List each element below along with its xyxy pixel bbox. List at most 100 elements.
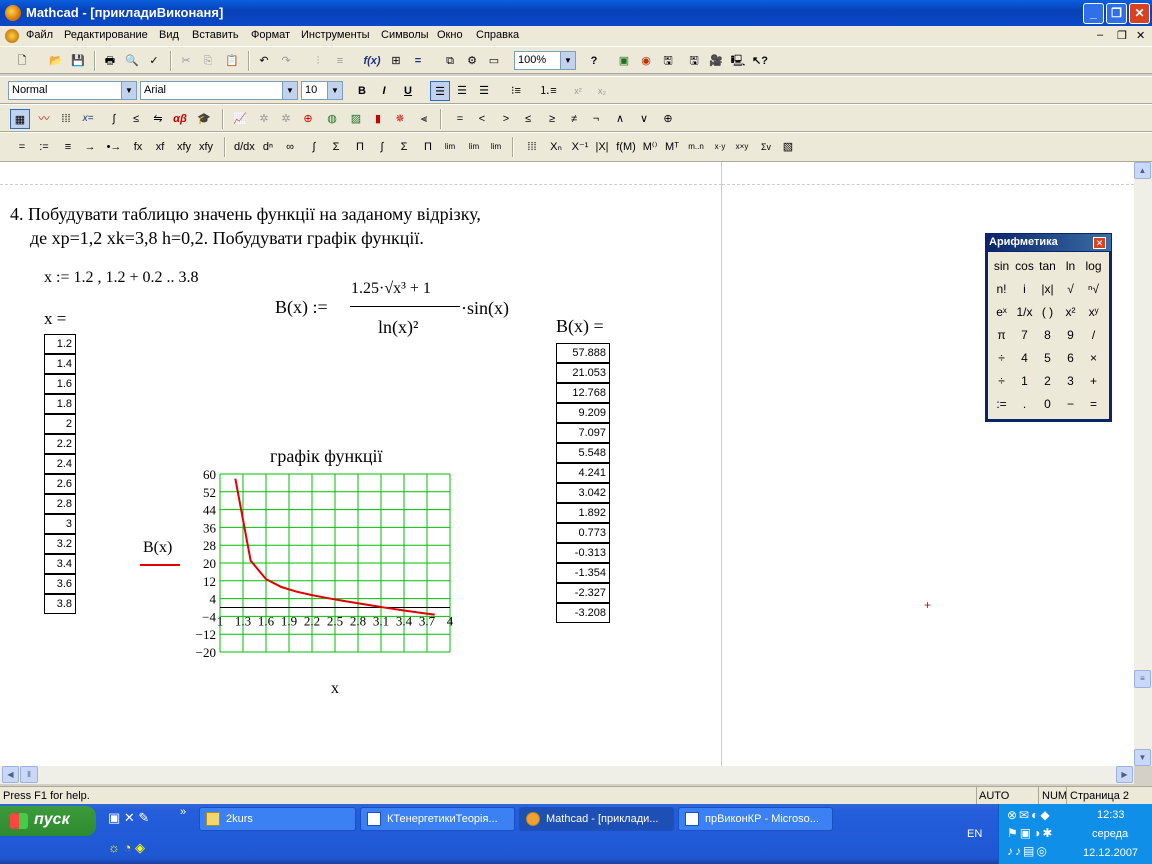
column-icon[interactable]: M⁽⁾ bbox=[640, 137, 660, 157]
palette-key[interactable]: 2 bbox=[1036, 370, 1059, 393]
contour-plot-icon[interactable]: ⊕ bbox=[298, 109, 318, 129]
underline-icon[interactable]: U bbox=[398, 81, 418, 101]
palette-key[interactable]: 6 bbox=[1059, 347, 1082, 370]
b-definition-denominator[interactable]: ln(x)² bbox=[378, 317, 418, 338]
insert-unit-icon[interactable]: ⊞ bbox=[386, 51, 406, 71]
b-value-cell[interactable]: 7.097 bbox=[556, 423, 610, 443]
evaluation-palette-icon[interactable]: x= bbox=[78, 109, 98, 129]
quicklaunch-row2-icon[interactable]: ☼ ◔ ◈ bbox=[108, 840, 145, 856]
transpose-icon[interactable]: Mᵀ bbox=[662, 137, 682, 157]
b-definition-numerator[interactable]: 1.25·√x³ + 1 bbox=[351, 280, 431, 298]
palette-key[interactable]: |x| bbox=[1036, 278, 1059, 301]
b-value-cell[interactable]: 0.773 bbox=[556, 523, 610, 543]
menu-view[interactable]: Вид bbox=[159, 29, 179, 41]
align-across-icon[interactable]: ⫶ bbox=[308, 51, 328, 71]
quicklaunch-icon[interactable]: ▣ ✕ ✎ bbox=[108, 810, 149, 826]
palette-key[interactable]: 4 bbox=[1013, 347, 1036, 370]
tutorial-icon[interactable]: 🖳 bbox=[728, 51, 748, 71]
op-prefix[interactable]: fx bbox=[128, 137, 148, 157]
save-icon[interactable]: 💾 bbox=[68, 51, 88, 71]
palette-key[interactable]: xʸ bbox=[1082, 301, 1105, 324]
palette-key[interactable]: 8 bbox=[1036, 324, 1059, 347]
palette-key[interactable]: + bbox=[1082, 370, 1105, 393]
op-postfix[interactable]: xf bbox=[150, 137, 170, 157]
b-value-cell[interactable]: -1.354 bbox=[556, 563, 610, 583]
palette-key[interactable]: log bbox=[1082, 255, 1105, 278]
surface-plot-icon[interactable]: ✲ bbox=[276, 109, 296, 129]
vector-field-icon[interactable]: ✵ bbox=[390, 109, 410, 129]
resource-icon[interactable]: 🖫 bbox=[684, 51, 704, 71]
cut-icon[interactable]: ✂ bbox=[176, 51, 196, 71]
palette-key[interactable]: := bbox=[990, 393, 1013, 416]
b-value-cell[interactable]: 5.548 bbox=[556, 443, 610, 463]
menu-insert[interactable]: Вставить bbox=[192, 29, 239, 41]
b-eval-label[interactable]: B(x) = bbox=[556, 316, 604, 337]
tray-icons-row3[interactable]: ♪♪▤◎ bbox=[1007, 844, 1049, 858]
calculator-palette-icon[interactable]: ▦ bbox=[10, 109, 30, 129]
palette-key[interactable]: 3 bbox=[1059, 370, 1082, 393]
task-text-line2[interactable]: де xp=1,2 xk=3,8 h=0,2. Побудувати графі… bbox=[30, 228, 424, 249]
b-value-cell[interactable]: 21.053 bbox=[556, 363, 610, 383]
b-value-cell[interactable]: -2.327 bbox=[556, 583, 610, 603]
matrix-icon[interactable]: ⁞⁞⁞ bbox=[522, 137, 542, 157]
document-icon[interactable] bbox=[5, 29, 19, 43]
chevron-down-icon[interactable]: ▼ bbox=[327, 82, 342, 99]
chevron-down-icon[interactable]: ▼ bbox=[560, 52, 575, 69]
sum-icon[interactable]: Σ bbox=[394, 137, 414, 157]
palette-key[interactable]: n! bbox=[990, 278, 1013, 301]
palette-key[interactable]: √ bbox=[1059, 278, 1082, 301]
x-value-cell[interactable]: 2.4 bbox=[44, 454, 76, 474]
bool-not[interactable]: ¬ bbox=[586, 109, 606, 129]
b-value-cell[interactable]: -0.313 bbox=[556, 543, 610, 563]
graph-palette-icon[interactable]: 〰 bbox=[34, 109, 54, 129]
task-2kurs[interactable]: 2kurs bbox=[199, 807, 356, 831]
redo-icon[interactable]: ↷ bbox=[276, 51, 296, 71]
definite-integral-icon[interactable]: ∫ bbox=[304, 137, 324, 157]
new-document-icon[interactable]: 🗋 bbox=[12, 51, 32, 71]
paste-icon[interactable]: 📋 bbox=[222, 51, 242, 71]
x-value-cell[interactable]: 1.2 bbox=[44, 334, 76, 354]
task-word-theory[interactable]: КТенергетикиТеорія... bbox=[360, 807, 515, 831]
b-value-cell[interactable]: 9.209 bbox=[556, 403, 610, 423]
menu-format[interactable]: Формат bbox=[251, 29, 290, 41]
palette-key[interactable]: sin bbox=[990, 255, 1013, 278]
b-definition-sin[interactable]: ·sin(x) bbox=[461, 298, 509, 319]
x-value-cell[interactable]: 3.8 bbox=[44, 594, 76, 614]
task-word-kr[interactable]: прВиконКР - Microso... bbox=[678, 807, 833, 831]
tray-icons[interactable]: ⊗✉◐◆ bbox=[1007, 808, 1052, 822]
op-infix[interactable]: xfy bbox=[174, 137, 194, 157]
context-help-icon[interactable]: ↖? bbox=[750, 51, 770, 71]
boolean-palette-icon[interactable]: ≤ bbox=[126, 109, 146, 129]
insert-function-icon[interactable]: f(x) bbox=[362, 51, 382, 71]
arithmetic-palette[interactable]: Арифметика ✕ sin cos tan ln log n! i |x| √ ⁿ√ eˣ 1/… bbox=[985, 233, 1112, 422]
palette-key[interactable]: = bbox=[1082, 393, 1105, 416]
xy-plot-icon[interactable]: 📈 bbox=[230, 109, 250, 129]
menu-help[interactable]: Справка bbox=[476, 29, 519, 41]
align-left-icon[interactable]: ☰ bbox=[430, 81, 450, 101]
undo-icon[interactable]: ↶ bbox=[254, 51, 274, 71]
nth-derivative-icon[interactable]: dⁿ bbox=[258, 137, 278, 157]
chevron-down-icon[interactable]: ▼ bbox=[121, 82, 136, 99]
calculus-palette-icon[interactable]: ∫ bbox=[104, 109, 124, 129]
polar-plot-icon[interactable]: ✲ bbox=[254, 109, 274, 129]
palette-key[interactable]: ln bbox=[1059, 255, 1082, 278]
palette-key[interactable]: 0 bbox=[1036, 393, 1059, 416]
bool-greater[interactable]: > bbox=[496, 109, 516, 129]
print-icon[interactable]: 🖶 bbox=[100, 51, 120, 71]
bool-or[interactable]: ∨ bbox=[634, 109, 654, 129]
dot-product-icon[interactable]: x·y bbox=[710, 137, 730, 157]
x-value-cell[interactable]: 2.8 bbox=[44, 494, 76, 514]
tray-icons-row2[interactable]: ⚑▣◑✱ bbox=[1007, 826, 1054, 840]
picture-icon[interactable]: ▧ bbox=[778, 137, 798, 157]
palette-key[interactable]: i bbox=[1013, 278, 1036, 301]
vertical-scrollbar[interactable]: ▲ ≡ ▼ bbox=[1134, 162, 1152, 766]
font-select[interactable]: Arial ▼ bbox=[140, 81, 298, 100]
range-icon[interactable]: m..n bbox=[686, 137, 706, 157]
scroll-up-button[interactable]: ▲ bbox=[1134, 162, 1151, 179]
palette-key[interactable]: − bbox=[1059, 393, 1082, 416]
doc-restore-button[interactable]: ❐ bbox=[1117, 29, 1127, 42]
hscroll-thumb[interactable]: ⦀ bbox=[20, 766, 38, 783]
scroll-left-button[interactable]: ◀ bbox=[2, 766, 19, 783]
task-mathcad[interactable]: Mathcad - [приклади... bbox=[519, 807, 674, 831]
scroll-down-button[interactable]: ▼ bbox=[1134, 749, 1151, 766]
